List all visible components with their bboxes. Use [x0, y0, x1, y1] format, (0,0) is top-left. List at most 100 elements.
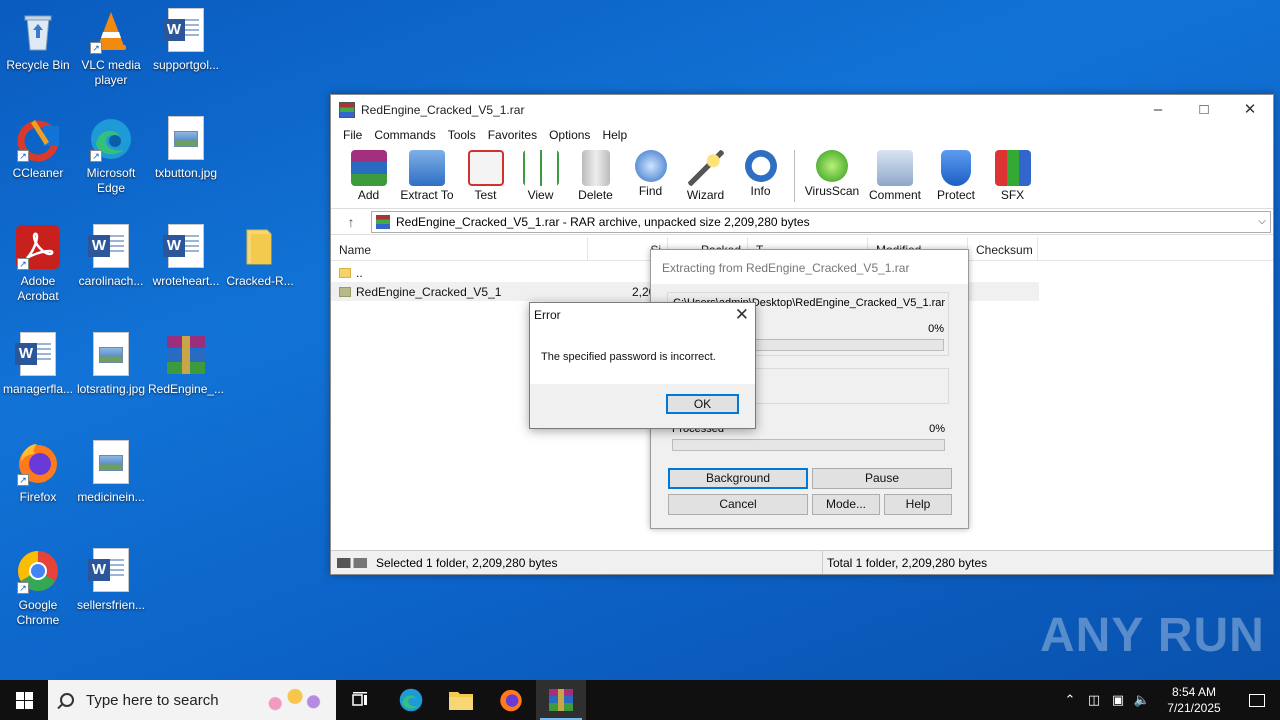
- column-checksum[interactable]: Checksum: [968, 237, 1038, 260]
- taskbar-search-box[interactable]: Type here to search: [48, 680, 336, 720]
- toolbar-info-button[interactable]: Info: [733, 146, 788, 198]
- ok-button[interactable]: OK: [666, 394, 739, 414]
- menu-favorites[interactable]: Favorites: [482, 128, 543, 142]
- task-view-button[interactable]: [336, 680, 386, 720]
- desktop-icon-txbutton[interactable]: txbutton.jpg: [148, 116, 224, 181]
- help-button[interactable]: Help: [884, 494, 952, 515]
- status-total: Total 1 folder, 2,209,280 bytes: [827, 555, 988, 570]
- edge-icon: [399, 688, 423, 712]
- desktop-icon-edge[interactable]: ↗ Microsoft Edge: [73, 116, 149, 196]
- toolbar-label: Comment: [868, 188, 921, 202]
- virusscan-icon: [816, 150, 848, 182]
- start-button[interactable]: [0, 680, 48, 720]
- desktop-icon-label: Adobe Acrobat: [17, 274, 59, 303]
- mode-button[interactable]: Mode...: [812, 494, 880, 515]
- desktop-icon-chrome[interactable]: ↗ Google Chrome: [0, 548, 76, 628]
- shortcut-arrow-icon: ↗: [17, 582, 29, 594]
- error-dialog-title: Error: [534, 308, 561, 322]
- desktop-icon-sellersfrien[interactable]: W sellersfrien...: [73, 548, 149, 613]
- file-name: ..: [356, 265, 363, 280]
- desktop-icon-carolinach[interactable]: W carolinach...: [73, 224, 149, 289]
- system-tray: ⌃ ◫ ▣ 🔈 8:54 AM 7/21/2025: [1058, 680, 1280, 720]
- address-text: RedEngine_Cracked_V5_1.rar - RAR archive…: [396, 214, 810, 229]
- desktop-icon-supportgol[interactable]: W supportgol...: [148, 8, 224, 73]
- view-icon: [522, 150, 559, 186]
- toolbar-label: Delete: [578, 188, 613, 202]
- minimize-icon[interactable]: –: [1135, 95, 1181, 124]
- error-dialog-footer: OK: [530, 384, 755, 428]
- desktop-icon-cracked-folder[interactable]: Cracked-R...: [222, 224, 298, 289]
- address-bar: ↑ RedEngine_Cracked_V5_1.rar - RAR archi…: [331, 209, 1273, 235]
- desktop-icon-managerfla[interactable]: W managerfla...: [0, 332, 76, 397]
- volume-icon[interactable]: 🔈: [1130, 692, 1154, 708]
- toolbar-extract-to-button[interactable]: Extract To: [396, 146, 458, 202]
- toolbar-test-button[interactable]: Test: [458, 146, 513, 202]
- menu-options[interactable]: Options: [543, 128, 596, 142]
- word-document-icon: W: [163, 8, 209, 54]
- taskbar-file-explorer[interactable]: [436, 680, 486, 720]
- menu-commands[interactable]: Commands: [368, 128, 441, 142]
- toolbar-sfx-button[interactable]: SFX: [985, 146, 1040, 202]
- desktop-icon-label: carolinach...: [78, 274, 144, 288]
- desktop-icon-acrobat[interactable]: ↗ Adobe Acrobat: [0, 224, 76, 304]
- desktop-icon-medicinein[interactable]: medicinein...: [73, 440, 149, 505]
- toolbar-view-button[interactable]: View: [513, 146, 568, 202]
- search-icon: [60, 693, 74, 707]
- taskbar-clock[interactable]: 8:54 AM 7/21/2025: [1154, 684, 1234, 716]
- delete-icon: [581, 150, 610, 186]
- word-document-icon: W: [163, 224, 209, 270]
- toolbar-find-button[interactable]: Find: [623, 146, 678, 198]
- close-icon[interactable]: ✕: [1227, 95, 1273, 124]
- menu-tools[interactable]: Tools: [442, 128, 482, 142]
- column-name[interactable]: Name: [331, 237, 588, 260]
- desktop-icon-wroteheart[interactable]: W wroteheart...: [148, 224, 224, 289]
- desktop-icon-ccleaner[interactable]: ↗ CCleaner: [0, 116, 76, 181]
- desktop-icon-redengine[interactable]: RedEngine_...: [148, 332, 224, 397]
- shortcut-arrow-icon: ↗: [17, 474, 29, 486]
- folder-icon: [339, 267, 351, 278]
- menu-help[interactable]: Help: [596, 128, 633, 142]
- drive-icon: [337, 558, 367, 568]
- notification-button[interactable]: [1234, 680, 1280, 720]
- up-arrow-icon[interactable]: ↑: [331, 214, 371, 230]
- add-icon: [350, 150, 387, 186]
- window-titlebar[interactable]: RedEngine_Cracked_V5_1.rar – □ ✕: [331, 95, 1273, 124]
- pause-button[interactable]: Pause: [812, 468, 952, 489]
- taskbar-winrar[interactable]: [536, 680, 586, 720]
- toolbar-add-button[interactable]: Add: [341, 146, 396, 202]
- desktop-icon-firefox[interactable]: ↗ Firefox: [0, 440, 76, 505]
- taskbar-firefox[interactable]: [486, 680, 536, 720]
- toolbar-comment-button[interactable]: Comment: [863, 146, 927, 202]
- background-button[interactable]: Background: [668, 468, 808, 489]
- info-icon: [744, 150, 777, 182]
- network-icon[interactable]: ◫: [1082, 692, 1106, 708]
- desktop-icon-label: supportgol...: [152, 58, 220, 72]
- desktop-icon-label: Google Chrome: [16, 598, 60, 627]
- taskbar-edge[interactable]: [386, 680, 436, 720]
- toolbar-label: VirusScan: [804, 184, 860, 198]
- close-icon[interactable]: ✕: [735, 305, 749, 325]
- toolbar-protect-button[interactable]: Protect: [927, 146, 985, 202]
- toolbar-wizard-button[interactable]: Wizard: [678, 146, 733, 202]
- folder-icon: [339, 286, 351, 297]
- desktop-icon-lotsrating[interactable]: lotsrating.jpg: [73, 332, 149, 397]
- maximize-icon[interactable]: □: [1181, 95, 1227, 124]
- search-highlight-image: [262, 682, 328, 718]
- protect-shield-icon: [941, 150, 971, 186]
- desktop-icon-label: Recycle Bin: [6, 58, 70, 72]
- desktop-icon-recycle-bin[interactable]: Recycle Bin: [0, 8, 76, 73]
- windows-logo-icon: [15, 691, 33, 709]
- error-message: The specified password is incorrect.: [541, 351, 716, 363]
- toolbar-delete-button[interactable]: Delete: [568, 146, 623, 202]
- chevron-up-icon[interactable]: ⌃: [1058, 692, 1082, 708]
- display-icon[interactable]: ▣: [1106, 692, 1130, 708]
- desktop-icon-vlc[interactable]: ↗ VLC media player: [73, 8, 149, 88]
- toolbar-virusscan-button[interactable]: VirusScan: [801, 146, 863, 198]
- chevron-down-icon[interactable]: ⌵: [1254, 216, 1270, 227]
- address-field[interactable]: RedEngine_Cracked_V5_1.rar - RAR archive…: [371, 210, 1271, 233]
- cancel-button[interactable]: Cancel: [668, 494, 808, 515]
- word-document-icon: W: [15, 332, 61, 378]
- menu-file[interactable]: File: [337, 128, 368, 142]
- toolbar-label: SFX: [1000, 188, 1025, 202]
- menubar: File Commands Tools Favorites Options He…: [331, 124, 1273, 146]
